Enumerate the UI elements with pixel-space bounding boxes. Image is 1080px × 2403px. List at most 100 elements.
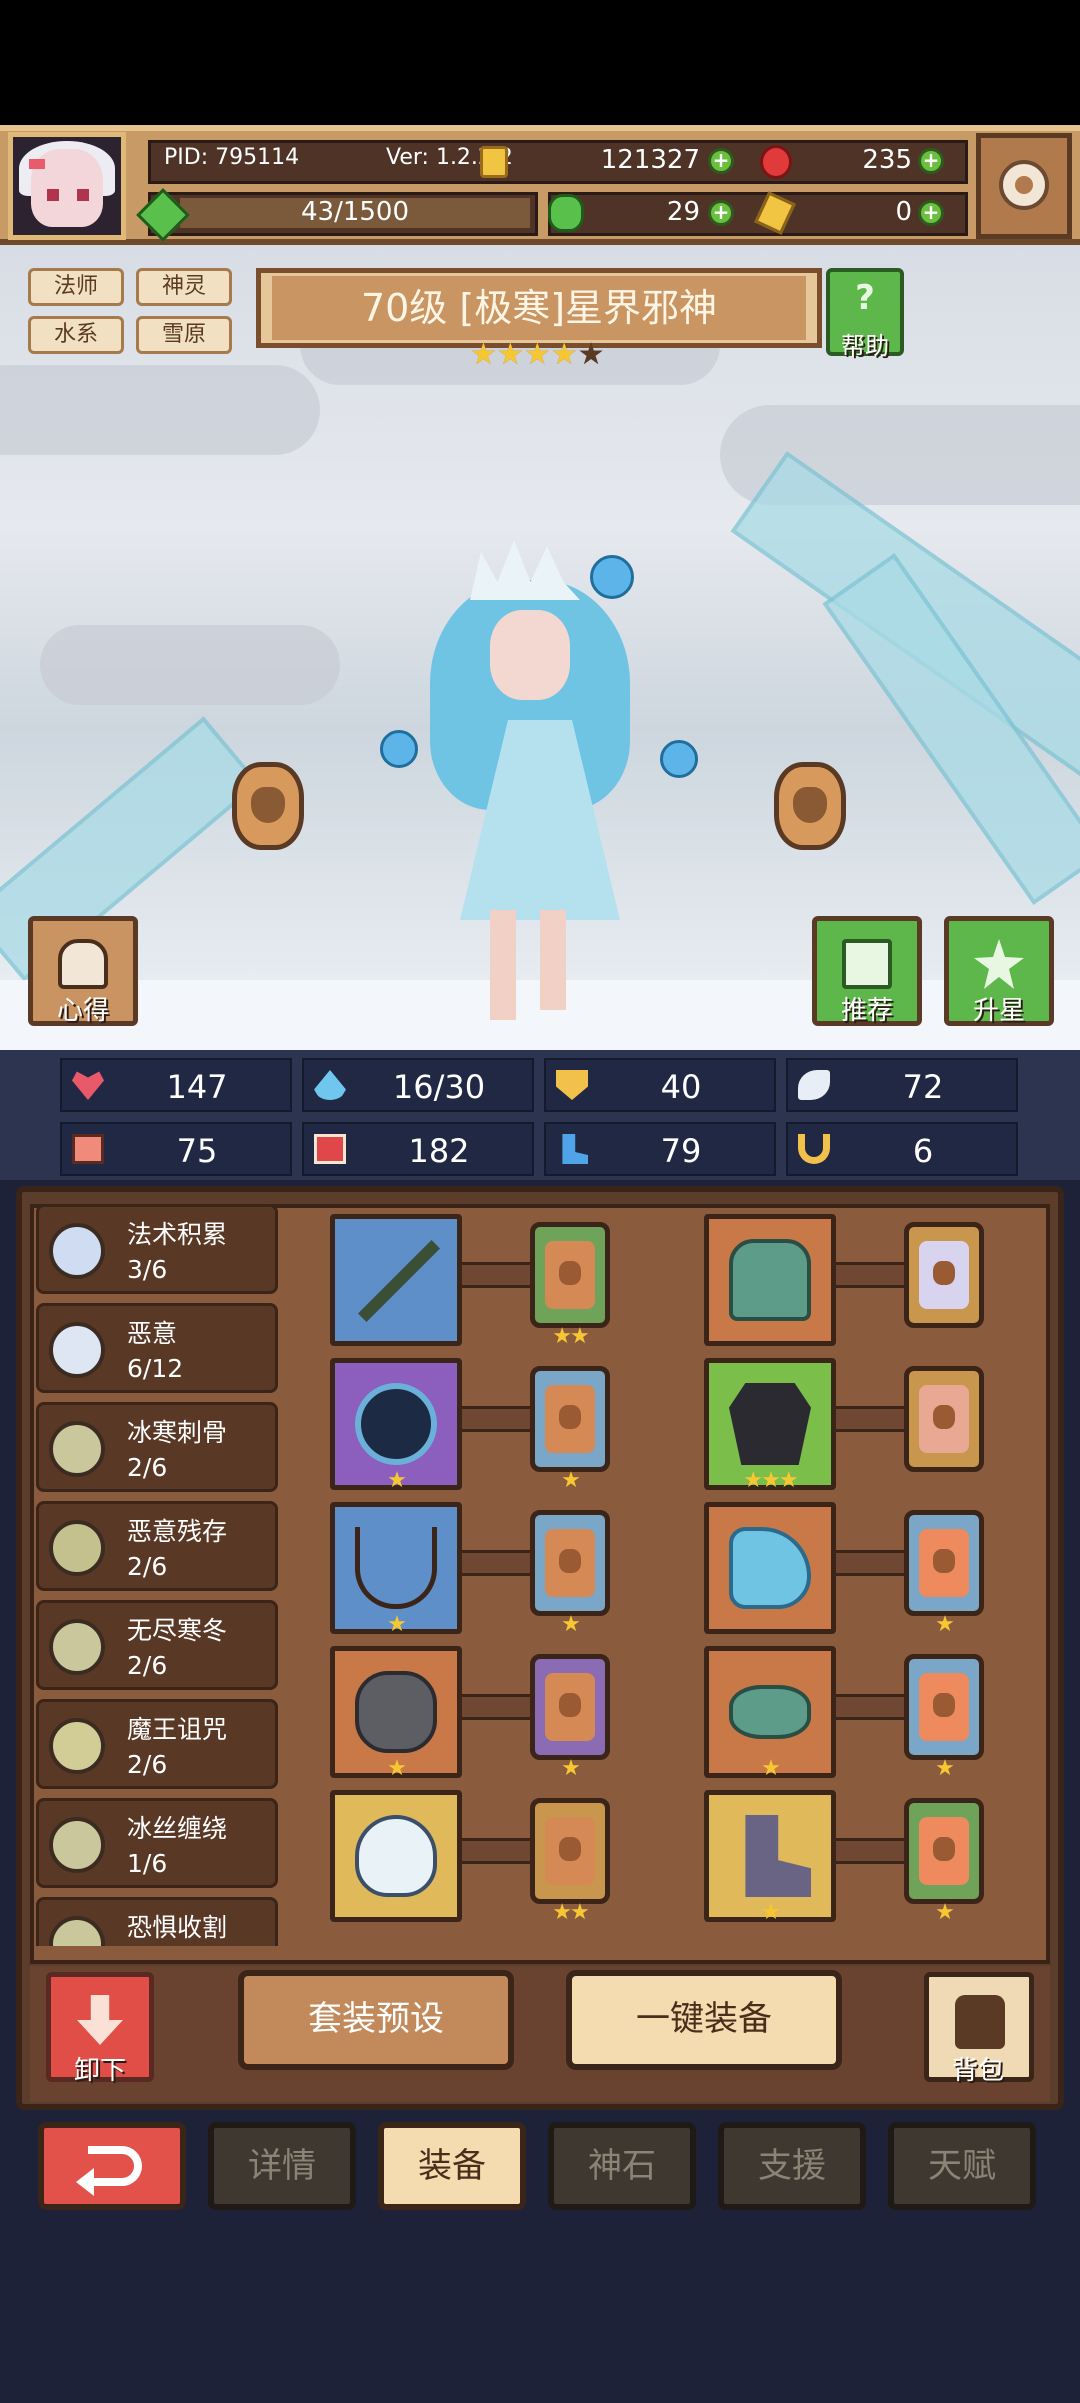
shield-icon <box>556 1070 588 1100</box>
avatar-eye <box>47 189 59 201</box>
stone-gauntlet-icon <box>355 1671 437 1753</box>
rune-slot[interactable] <box>530 1222 610 1328</box>
rune-slot-left[interactable] <box>232 762 304 850</box>
status-bar-area <box>0 0 1080 125</box>
water-drop-icon <box>314 1070 346 1100</box>
star-icon: ★ <box>496 337 524 372</box>
set-bonus-list[interactable]: 法术积累 3/6 恶意 6/12 冰寒刺骨 2/6 恶意残存 2/6 无尽寒冬 … <box>36 1204 286 1946</box>
rune-icon <box>545 1817 595 1885</box>
rune-icon <box>919 1385 969 1453</box>
set-item[interactable]: 法术积累 3/6 <box>36 1204 278 1294</box>
rune-slot[interactable] <box>530 1510 610 1616</box>
set-count: 6/12 <box>127 1354 184 1383</box>
set-item[interactable]: 恐惧收割 <box>36 1897 278 1946</box>
add-clover-button[interactable]: + <box>708 200 734 226</box>
player-avatar[interactable] <box>8 132 126 240</box>
add-gold-button[interactable]: + <box>708 148 734 174</box>
rune-icon <box>919 1529 969 1597</box>
set-icon <box>49 1322 105 1378</box>
set-item[interactable]: 魔王诅咒 2/6 <box>36 1699 278 1789</box>
stat-defense: 40 <box>544 1058 776 1112</box>
rune-slot[interactable] <box>904 1222 984 1328</box>
frost-amulet-icon <box>355 1527 437 1609</box>
equip-slot-glove[interactable] <box>704 1502 836 1634</box>
rune-stars: ★ <box>935 1612 955 1637</box>
ice-orb <box>590 555 634 599</box>
tab-divine-stone[interactable]: 神石 <box>548 2122 696 2210</box>
set-name: 魔王诅咒 <box>127 1715 228 1744</box>
set-preset-button[interactable]: 套装预设 <box>238 1970 514 2070</box>
ice-helm-icon <box>355 1815 437 1897</box>
slot-link <box>458 1550 538 1576</box>
avatar-hairclip <box>29 159 45 169</box>
tab-equipment[interactable]: 装备 <box>378 2122 526 2210</box>
ice-orb <box>660 740 698 778</box>
stat-value: 40 <box>660 1068 702 1106</box>
violet-boots-icon <box>745 1815 811 1897</box>
set-count: 3/6 <box>127 1255 168 1284</box>
set-name: 恶意残存 <box>127 1517 228 1546</box>
gear-icon <box>999 160 1049 210</box>
rune-slot[interactable] <box>904 1510 984 1616</box>
exp-value: 43/1500 <box>300 197 409 227</box>
set-count: 2/6 <box>127 1453 168 1482</box>
stat-value: 75 <box>176 1132 218 1170</box>
help-label: 帮助 <box>841 332 889 360</box>
equip-all-button[interactable]: 一键装备 <box>566 1970 842 2070</box>
clover-amount: 29 <box>666 197 700 227</box>
rune-stars: ★★ <box>552 1900 589 1925</box>
add-gem-button[interactable]: + <box>918 148 944 174</box>
shadow-cloak-icon <box>729 1383 811 1465</box>
stat-hp: 147 <box>60 1058 292 1112</box>
rune-slot[interactable] <box>530 1654 610 1760</box>
bag-label: 背包 <box>951 2056 1004 2086</box>
rune-stars: ★★ <box>552 1324 589 1349</box>
tab-talent[interactable]: 天赋 <box>888 2122 1036 2210</box>
set-item[interactable]: 恶意残存 2/6 <box>36 1501 278 1591</box>
set-item[interactable]: 冰丝缠绕 1/6 <box>36 1798 278 1888</box>
equip-slot-weapon[interactable] <box>330 1214 462 1346</box>
rune-slot-right[interactable] <box>774 762 846 850</box>
character-leg <box>540 910 566 1010</box>
equip-slot-helm[interactable] <box>330 1790 462 1922</box>
rune-slot[interactable] <box>530 1798 610 1904</box>
slot-link <box>832 1838 912 1864</box>
stat-value: 79 <box>660 1132 702 1170</box>
stat-value: 182 <box>408 1132 470 1170</box>
set-icon <box>49 1718 105 1774</box>
set-item[interactable]: 冰寒刺骨 2/6 <box>36 1402 278 1492</box>
frost-glove-icon <box>729 1527 811 1609</box>
empty-star-icon: ★ <box>577 337 605 372</box>
back-button[interactable] <box>38 2122 186 2210</box>
heart-icon <box>72 1071 104 1100</box>
tab-support[interactable]: 支援 <box>718 2122 866 2210</box>
tab-details[interactable]: 详情 <box>208 2122 356 2210</box>
red-gem-icon <box>760 145 792 179</box>
set-item[interactable]: 恶意 6/12 <box>36 1303 278 1393</box>
insight-label: 心得 <box>56 996 109 1026</box>
element-tag: 水系 <box>28 316 124 354</box>
stat-value: 16/30 <box>392 1068 486 1106</box>
equip-slot-armor[interactable] <box>704 1214 836 1346</box>
set-icon <box>49 1520 105 1576</box>
set-item[interactable]: 无尽寒冬 2/6 <box>36 1600 278 1690</box>
rune-stars: ★ <box>561 1756 581 1781</box>
rune-icon <box>919 1817 969 1885</box>
slot-link <box>458 1262 538 1288</box>
jade-mask-icon <box>729 1685 811 1739</box>
set-name: 冰寒刺骨 <box>127 1418 228 1447</box>
rune-slot[interactable] <box>904 1654 984 1760</box>
clover-icon <box>548 194 584 232</box>
rune-slot[interactable] <box>904 1366 984 1472</box>
thumbs-up-icon <box>842 939 892 989</box>
player-id: PID: 795114 <box>164 145 300 170</box>
region-tag: 雪原 <box>136 316 232 354</box>
slot-link <box>458 1694 538 1720</box>
add-key-button[interactable]: + <box>918 200 944 226</box>
rune-slot[interactable] <box>904 1798 984 1904</box>
helmet-icon <box>58 939 108 989</box>
settings-button[interactable] <box>976 133 1072 239</box>
rune-slot[interactable] <box>530 1366 610 1472</box>
unload-label: 卸下 <box>73 2056 126 2086</box>
set-count: 1/6 <box>127 1849 168 1878</box>
